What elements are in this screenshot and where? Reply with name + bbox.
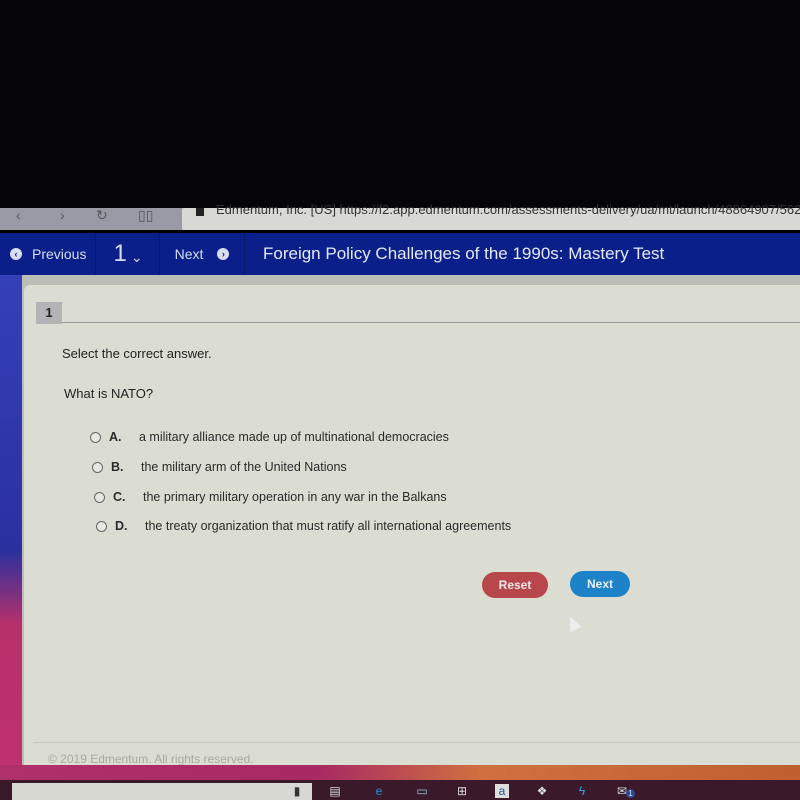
store-icon[interactable]: ⊞: [455, 784, 469, 798]
radio-button[interactable]: [96, 520, 107, 532]
option-text: a military alliance made up of multinati…: [139, 430, 449, 444]
divider: [62, 322, 800, 323]
footer-divider: [34, 742, 800, 743]
question-number-dropdown[interactable]: 1 ⌄: [97, 233, 160, 275]
question-prompt: What is NATO?: [64, 386, 154, 401]
browser-address-bar: ‹ › ↻ ▯▯ Edmentum, Inc. [US] https://f2.…: [0, 202, 800, 230]
test-title: Foreign Policy Challenges of the 1990s: …: [263, 244, 665, 263]
radio-button[interactable]: [92, 461, 103, 473]
previous-button[interactable]: ‹ Previous: [0, 233, 96, 275]
option-letter: B.: [111, 460, 124, 474]
previous-label: Previous: [32, 246, 87, 262]
option-d[interactable]: D. the treaty organization that must rat…: [96, 519, 511, 533]
url-field[interactable]: Edmentum, Inc. [US] https://f2.app.edmen…: [182, 202, 800, 230]
microphone-icon[interactable]: ▮: [290, 784, 304, 798]
back-arrow-icon[interactable]: ‹: [16, 208, 21, 222]
windows-taskbar: ▮ ▤ e ▭ ⊞ a ❖ ϟ ✉ 1: [0, 780, 800, 800]
desktop-wallpaper-bottom: [0, 765, 800, 780]
test-toolbar: ‹ Previous 1 ⌄ Next › Foreign Policy Cha…: [0, 233, 800, 275]
dropbox-icon[interactable]: ❖: [535, 784, 549, 798]
arrow-left-circle-icon: ‹: [10, 248, 22, 260]
arrow-right-circle-icon: ›: [217, 248, 230, 260]
option-b[interactable]: B. the military arm of the United Nation…: [92, 460, 347, 474]
url-text: Edmentum, Inc. [US] https://f2.app.edmen…: [216, 202, 800, 217]
edge-icon[interactable]: e: [372, 784, 386, 798]
file-explorer-icon[interactable]: ▭: [415, 784, 429, 798]
mail-badge: 1: [626, 789, 635, 798]
taskbar-search-box[interactable]: [12, 783, 312, 800]
forward-arrow-icon[interactable]: ›: [60, 208, 65, 222]
option-a[interactable]: A. a military alliance made up of multin…: [90, 430, 449, 444]
desktop-wallpaper: [0, 275, 22, 775]
option-letter: D.: [115, 519, 128, 533]
task-view-icon[interactable]: ▤: [328, 784, 342, 798]
question-number-badge: 1: [36, 302, 62, 324]
site-lock-icon: [196, 208, 204, 216]
toolbar-next-button[interactable]: Next ›: [160, 233, 245, 275]
next-label: Next: [174, 246, 204, 262]
option-c[interactable]: C. the primary military operation in any…: [94, 490, 447, 504]
bolt-app-icon[interactable]: ϟ: [575, 784, 589, 798]
option-letter: A.: [109, 430, 122, 444]
radio-button[interactable]: [90, 431, 101, 443]
dark-background: [0, 0, 800, 208]
copyright-text: © 2019 Edmentum. All rights reserved.: [48, 752, 254, 766]
option-letter: C.: [113, 490, 126, 504]
option-text: the military arm of the United Nations: [141, 460, 347, 474]
option-text: the treaty organization that must ratify…: [145, 519, 512, 533]
next-button[interactable]: Next: [570, 571, 630, 597]
amazon-icon[interactable]: a: [495, 784, 509, 798]
tabs-icon[interactable]: ▯▯: [138, 208, 153, 222]
chevron-down-icon: ⌄: [130, 248, 143, 265]
question-number: 1: [113, 240, 127, 267]
radio-button[interactable]: [94, 491, 105, 503]
reset-button[interactable]: Reset: [482, 572, 548, 598]
option-text: the primary military operation in any wa…: [143, 490, 447, 504]
refresh-icon[interactable]: ↻: [96, 208, 108, 222]
instruction-text: Select the correct answer.: [62, 346, 212, 361]
